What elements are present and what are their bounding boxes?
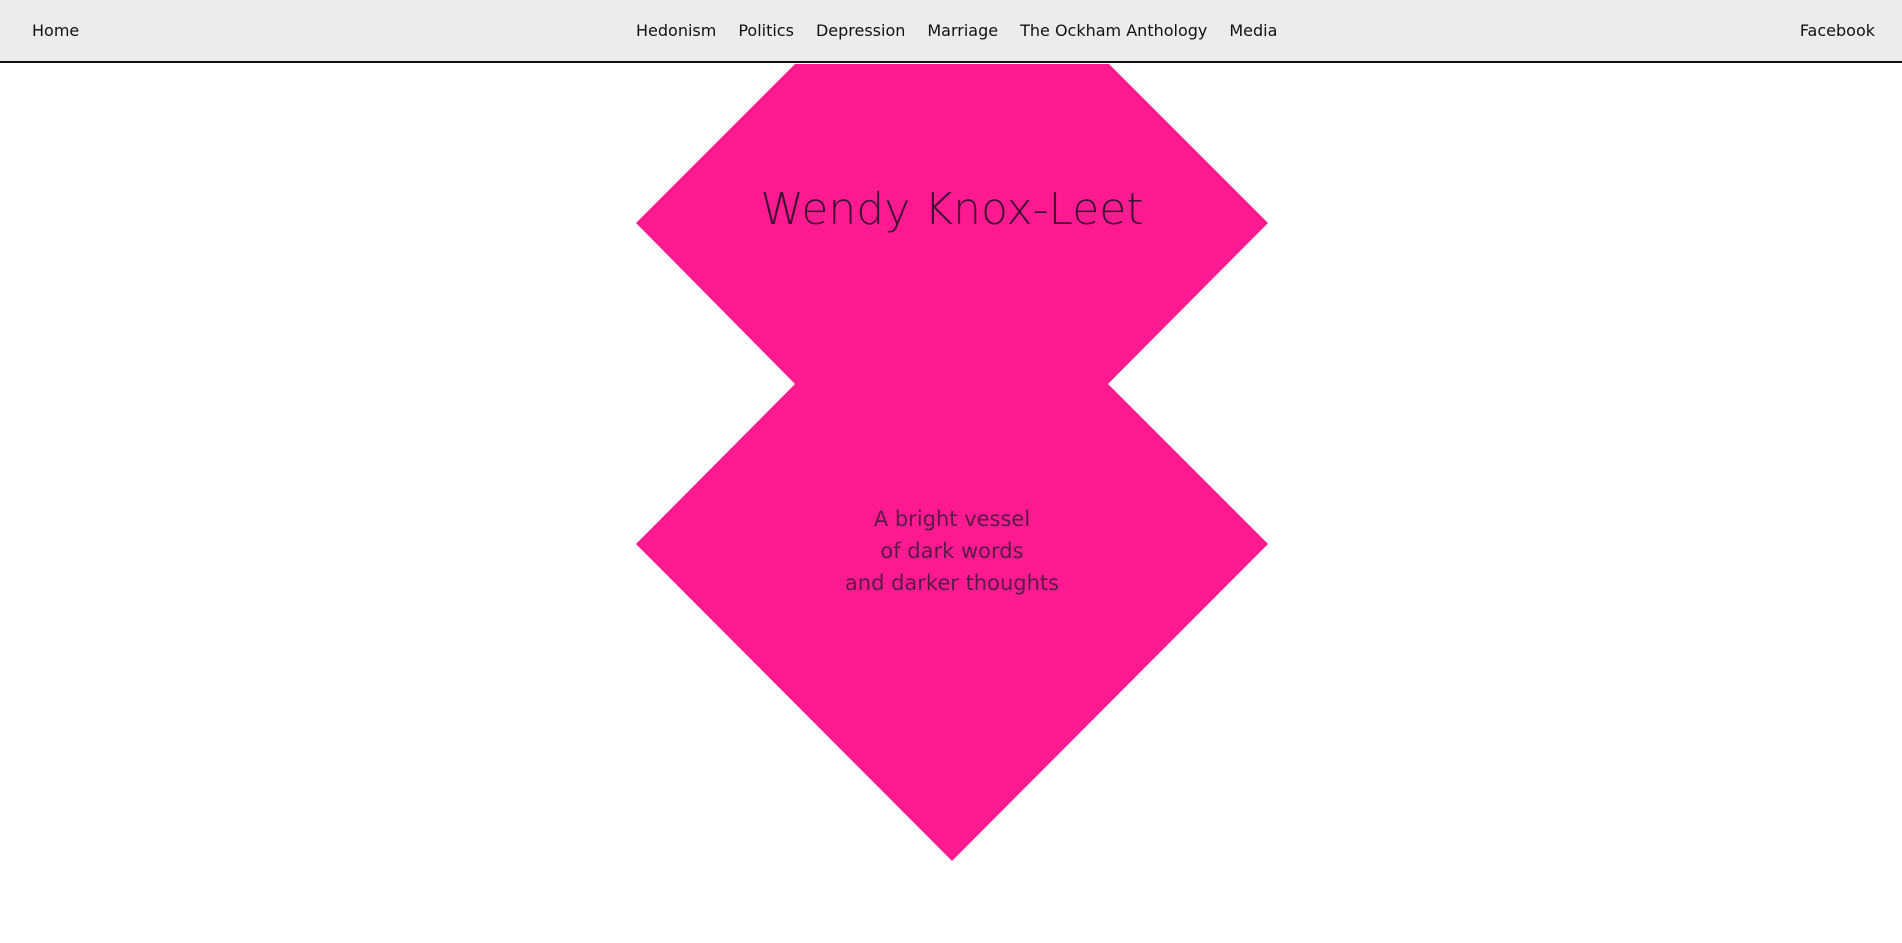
tagline-line: of dark words	[880, 539, 1024, 563]
tagline-line: A bright vessel	[873, 507, 1031, 531]
nav-politics-link[interactable]: Politics	[738, 20, 794, 42]
hero-section: Wendy Knox-Leet A bright vessel of dark …	[0, 0, 1902, 943]
tagline-line: and darker thoughts	[844, 571, 1060, 595]
nav-ockham-anthology-link[interactable]: The Ockham Anthology	[1020, 20, 1207, 42]
hero-title: Wendy Knox-Leet	[760, 184, 1144, 235]
hero-tagline: A bright vessel of dark words and darker…	[736, 503, 1168, 599]
nav-center-menu: Hedonism Politics Depression Marriage Th…	[636, 20, 1277, 42]
nav-home-link[interactable]: Home	[32, 20, 79, 42]
nav-hedonism-link[interactable]: Hedonism	[636, 20, 716, 42]
top-navbar: Home Hedonism Politics Depression Marria…	[0, 0, 1902, 63]
page: Wendy Knox-Leet A bright vessel of dark …	[0, 0, 1902, 943]
nav-depression-link[interactable]: Depression	[816, 20, 905, 42]
nav-media-link[interactable]: Media	[1229, 20, 1277, 42]
nav-marriage-link[interactable]: Marriage	[927, 20, 998, 42]
hero-diamond-shape	[636, 64, 1268, 861]
nav-facebook-link[interactable]: Facebook	[1800, 20, 1875, 42]
